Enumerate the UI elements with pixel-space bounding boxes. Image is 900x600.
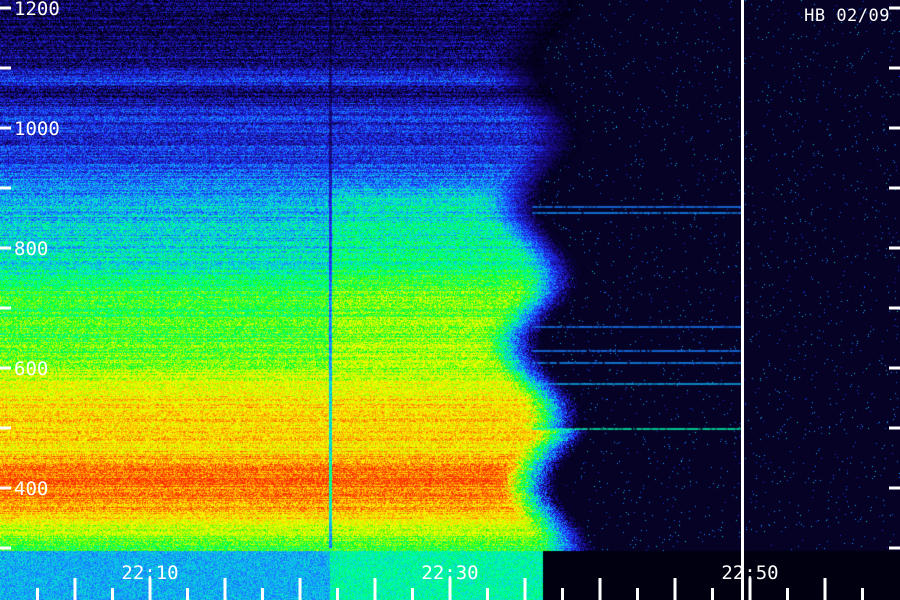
y-tick-left: [0, 546, 11, 550]
y-tick-left: [0, 6, 11, 10]
x-tick: [223, 578, 227, 600]
y-tick-label: 1000: [14, 118, 60, 140]
y-tick-left: [0, 66, 11, 70]
x-tick: [673, 578, 677, 600]
axes-overlay: 400 600 800 1000 1200 22:10 22:30 22:50: [0, 0, 900, 600]
y-tick-right: [889, 186, 900, 190]
x-tick: [598, 578, 602, 600]
x-tick: [823, 578, 827, 600]
y-tick-left: [0, 186, 11, 190]
x-tick: [186, 588, 189, 600]
y-tick-right: [889, 366, 900, 370]
y-tick-right: [889, 546, 900, 550]
y-tick-label: 600: [14, 358, 48, 380]
y-axis-right-ticks: [889, 6, 900, 550]
y-tick-left: [0, 126, 11, 130]
y-tick-right: [889, 126, 900, 130]
y-tick-right: [889, 246, 900, 250]
y-tick-left: [0, 366, 11, 370]
x-tick: [373, 578, 377, 600]
y-tick-right: [889, 426, 900, 430]
y-tick-label: 800: [14, 238, 48, 260]
x-tick: [411, 588, 414, 600]
station-date-label: HB 02/09: [804, 6, 890, 26]
y-tick-left: [0, 426, 11, 430]
x-tick: [486, 588, 489, 600]
y-tick-label: 1200: [14, 0, 60, 20]
y-tick-right: [889, 486, 900, 490]
x-tick: [261, 588, 264, 600]
x-axis-tick-labels: 22:10 22:30 22:50: [121, 562, 778, 584]
y-tick-right: [889, 66, 900, 70]
x-tick: [861, 588, 864, 600]
x-tick: [36, 588, 39, 600]
y-tick-left: [0, 246, 11, 250]
y-tick-left: [0, 306, 11, 310]
y-tick-left: [0, 486, 11, 490]
x-tick-label: 22:30: [421, 562, 478, 584]
y-axis-left-ticks: [0, 6, 11, 550]
y-tick-right: [889, 306, 900, 310]
x-tick: [336, 588, 339, 600]
x-tick: [636, 588, 639, 600]
y-tick-right: [889, 6, 900, 10]
x-tick: [298, 578, 302, 600]
x-tick: [786, 588, 789, 600]
x-tick: [73, 578, 77, 600]
x-tick: [111, 588, 114, 600]
y-axis-tick-labels: 400 600 800 1000 1200: [14, 0, 60, 500]
y-tick-label: 400: [14, 478, 48, 500]
x-tick: [523, 578, 527, 600]
x-tick: [561, 588, 564, 600]
x-tick-label: 22:50: [721, 562, 778, 584]
x-tick-label: 22:10: [121, 562, 178, 584]
x-tick: [711, 588, 714, 600]
